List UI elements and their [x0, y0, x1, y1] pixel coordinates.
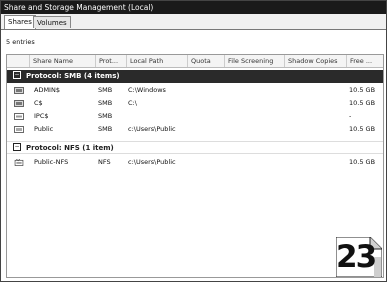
share-local-path: c:\Users\Public: [128, 158, 176, 166]
collapse-toggle-icon[interactable]: −: [13, 143, 21, 151]
share-local-path: C:\Windows: [128, 86, 166, 94]
share-name: IPC$: [34, 112, 49, 120]
column-header-protocol[interactable]: Prot...: [95, 55, 126, 67]
share-local-path: c:\Users\Public: [128, 125, 176, 133]
tab-volumes[interactable]: Volumes: [33, 16, 71, 28]
share-name: Public-NFS: [34, 158, 69, 166]
table-row[interactable]: C$ SMB C:\ 10.5 GB: [7, 97, 383, 110]
group-header-nfs[interactable]: − Protocol: NFS (1 item): [7, 141, 383, 154]
share-protocol: SMB: [98, 99, 113, 107]
tab-shares[interactable]: Shares: [4, 15, 36, 29]
share-protocol: SMB: [98, 86, 113, 94]
nfs-share-icon: [14, 159, 24, 166]
column-header-share-name[interactable]: Share Name: [29, 55, 87, 67]
window: Share and Storage Management (Local) Sha…: [0, 0, 387, 282]
share-name: C$: [34, 99, 43, 107]
share-folder-icon: [14, 87, 24, 94]
share-protocol: NFS: [98, 158, 111, 166]
window-title: Share and Storage Management (Local): [1, 1, 386, 14]
entries-count: 5 entries: [6, 38, 35, 46]
share-local-path: C:\: [128, 99, 137, 107]
table-row[interactable]: Public SMB c:\Users\Public 10.5 GB: [7, 123, 383, 136]
share-protocol: SMB: [98, 112, 113, 120]
share-pipe-icon: [14, 113, 24, 120]
group-label: Protocol: NFS (1 item): [26, 144, 114, 152]
table-row[interactable]: IPC$ SMB -: [7, 110, 383, 123]
group-header-smb[interactable]: − Protocol: SMB (4 items): [7, 70, 383, 83]
tab-bar: Shares Volumes: [1, 14, 386, 30]
table-row[interactable]: ADMIN$ SMB C:\Windows 10.5 GB: [7, 84, 383, 97]
column-header-row: Share Name Prot... Local Path Quota File…: [7, 55, 383, 68]
column-header-file-screening[interactable]: File Screening: [224, 55, 284, 67]
column-header-local-path[interactable]: Local Path: [126, 55, 187, 67]
group-label: Protocol: SMB (4 items): [26, 72, 120, 80]
page-number: 23: [336, 239, 377, 275]
share-free-space: 10.5 GB: [349, 99, 376, 107]
share-free-space: 10.5 GB: [349, 125, 376, 133]
shares-grid: Share Name Prot... Local Path Quota File…: [6, 54, 384, 278]
share-free-space: 10.5 GB: [349, 158, 376, 166]
share-free-space: 10.5 GB: [349, 86, 376, 94]
page-number-badge: 23: [336, 237, 382, 277]
share-folder-icon: [14, 100, 24, 107]
share-free-space: -: [349, 112, 352, 120]
column-header-shadow-copies[interactable]: Shadow Copies: [284, 55, 346, 67]
table-row[interactable]: Public-NFS NFS c:\Users\Public 10.5 GB: [7, 156, 383, 169]
collapse-toggle-icon[interactable]: −: [13, 71, 21, 79]
column-header-free[interactable]: Free ...: [346, 55, 383, 67]
share-name: Public: [34, 125, 54, 133]
share-protocol: SMB: [98, 125, 113, 133]
column-header-quota[interactable]: Quota: [187, 55, 224, 67]
share-folder-icon: [14, 126, 24, 133]
share-name: ADMIN$: [34, 86, 60, 94]
